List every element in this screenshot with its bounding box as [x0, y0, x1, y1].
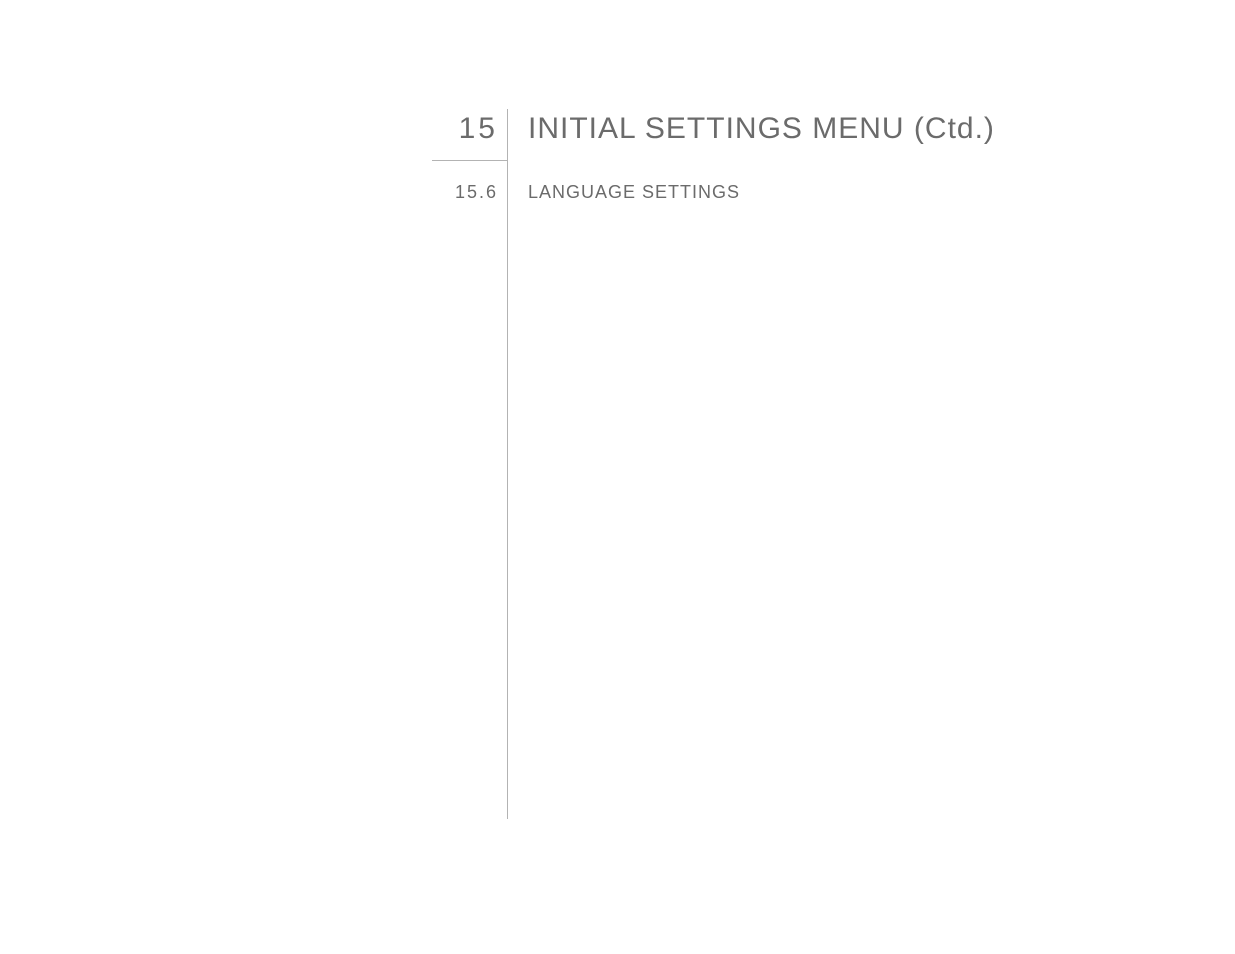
section-title: LANGUAGE SETTINGS — [528, 182, 740, 203]
document-page: 15 INITIAL SETTINGS MENU (Ctd.) 15.6 LAN… — [0, 0, 1235, 954]
chapter-title: INITIAL SETTINGS MENU (Ctd.) — [528, 112, 995, 146]
horizontal-divider — [432, 160, 507, 161]
vertical-divider — [507, 109, 508, 819]
chapter-number: 15 — [432, 112, 498, 146]
section-number: 15.6 — [432, 182, 498, 203]
